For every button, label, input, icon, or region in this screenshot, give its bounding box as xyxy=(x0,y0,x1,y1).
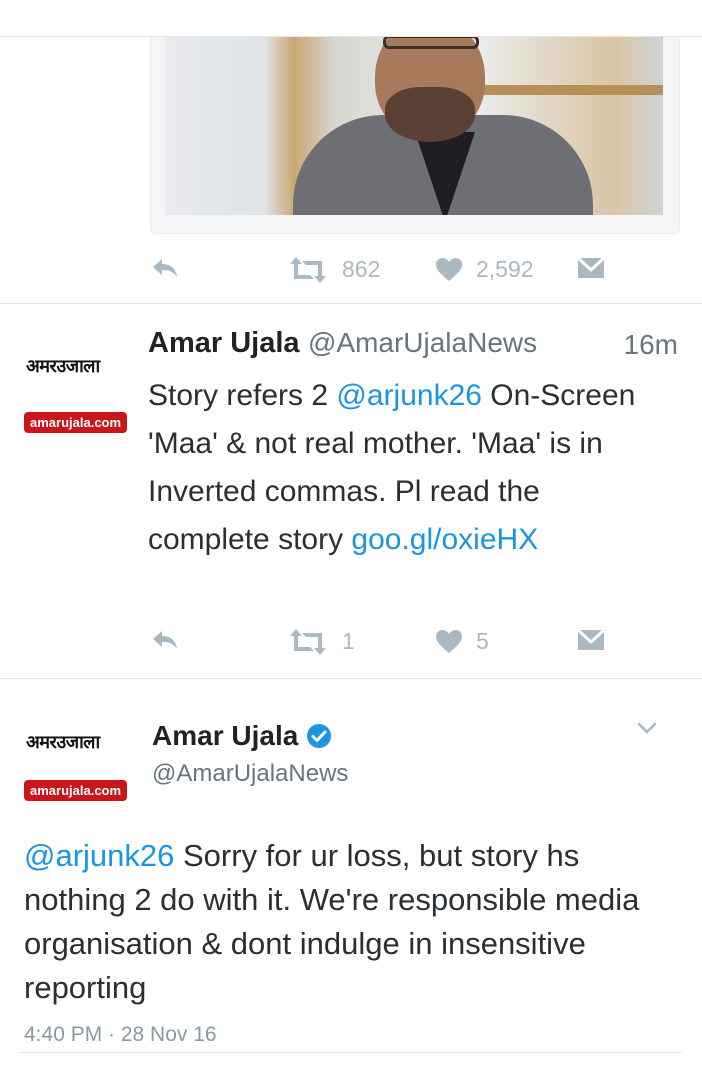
dm-button[interactable] xyxy=(576,256,606,280)
like-button[interactable]: 2,592 xyxy=(436,256,534,283)
mention-link[interactable]: @arjunk26 xyxy=(24,838,174,873)
tweet-text: Story refers 2 @arjunk26 On-Screen 'Maa'… xyxy=(148,372,658,564)
reply-button[interactable] xyxy=(150,256,180,280)
url-link[interactable]: goo.gl/oxieHX xyxy=(351,523,538,556)
reply-button[interactable] xyxy=(150,628,180,652)
verified-badge-icon xyxy=(307,724,332,748)
reply-icon xyxy=(153,259,177,277)
tweet-divider xyxy=(0,678,702,679)
photo-shelf xyxy=(455,85,663,95)
like-count: 5 xyxy=(476,628,489,654)
tweet-menu-button[interactable] xyxy=(636,720,658,741)
heart-icon xyxy=(436,629,462,653)
reply-icon xyxy=(153,631,177,649)
retweet-count: 1 xyxy=(342,628,355,654)
tweet-time: 16m xyxy=(623,329,678,360)
retweet-button[interactable]: 862 xyxy=(288,256,380,283)
like-button[interactable]: 5 xyxy=(436,628,489,655)
tweet-photo[interactable] xyxy=(165,37,663,215)
retweet-count: 862 xyxy=(342,256,381,282)
author-handle[interactable]: @AmarUjalaNews xyxy=(308,327,537,358)
tweet-divider xyxy=(20,1052,682,1053)
author-name[interactable]: Amar Ujala xyxy=(148,327,300,359)
photo-beard xyxy=(385,87,475,142)
avatar-hindi-logo: अमरउजाला xyxy=(26,356,100,377)
photo-glasses xyxy=(383,37,479,49)
tweet-header: Amar Ujala @AmarUjalaNews 16m xyxy=(148,327,684,360)
retweet-button[interactable]: 1 xyxy=(288,628,355,655)
tweet-timestamp: 4:40 PM · 28 Nov 16 xyxy=(24,1023,217,1046)
mention-link[interactable]: @arjunk26 xyxy=(336,379,482,412)
retweet-icon xyxy=(290,256,326,283)
tweet-text: @arjunk26 Sorry for ur loss, but story h… xyxy=(24,834,664,1010)
author-name[interactable]: Amar Ujala xyxy=(152,720,298,752)
avatar[interactable]: अमरउजाला amarujala.com xyxy=(20,718,132,830)
avatar-site-logo: amarujala.com xyxy=(24,780,128,801)
avatar-hindi-logo: अमरउजाला xyxy=(26,732,100,753)
chevron-down-icon xyxy=(637,722,657,734)
retweet-icon xyxy=(290,628,326,655)
author-handle[interactable]: @AmarUjalaNews xyxy=(152,760,348,788)
envelope-icon xyxy=(576,628,606,650)
tweet-divider xyxy=(0,303,702,304)
heart-icon xyxy=(436,257,462,281)
author-name-row: Amar Ujala xyxy=(152,720,332,752)
like-count: 2,592 xyxy=(476,256,534,282)
avatar-site-logo: amarujala.com xyxy=(24,412,128,433)
tweet-text-part-1: Story refers 2 xyxy=(148,379,337,412)
avatar[interactable]: अमरउजाला amarujala.com xyxy=(20,340,132,452)
envelope-icon xyxy=(576,256,606,278)
dm-button[interactable] xyxy=(576,628,606,652)
